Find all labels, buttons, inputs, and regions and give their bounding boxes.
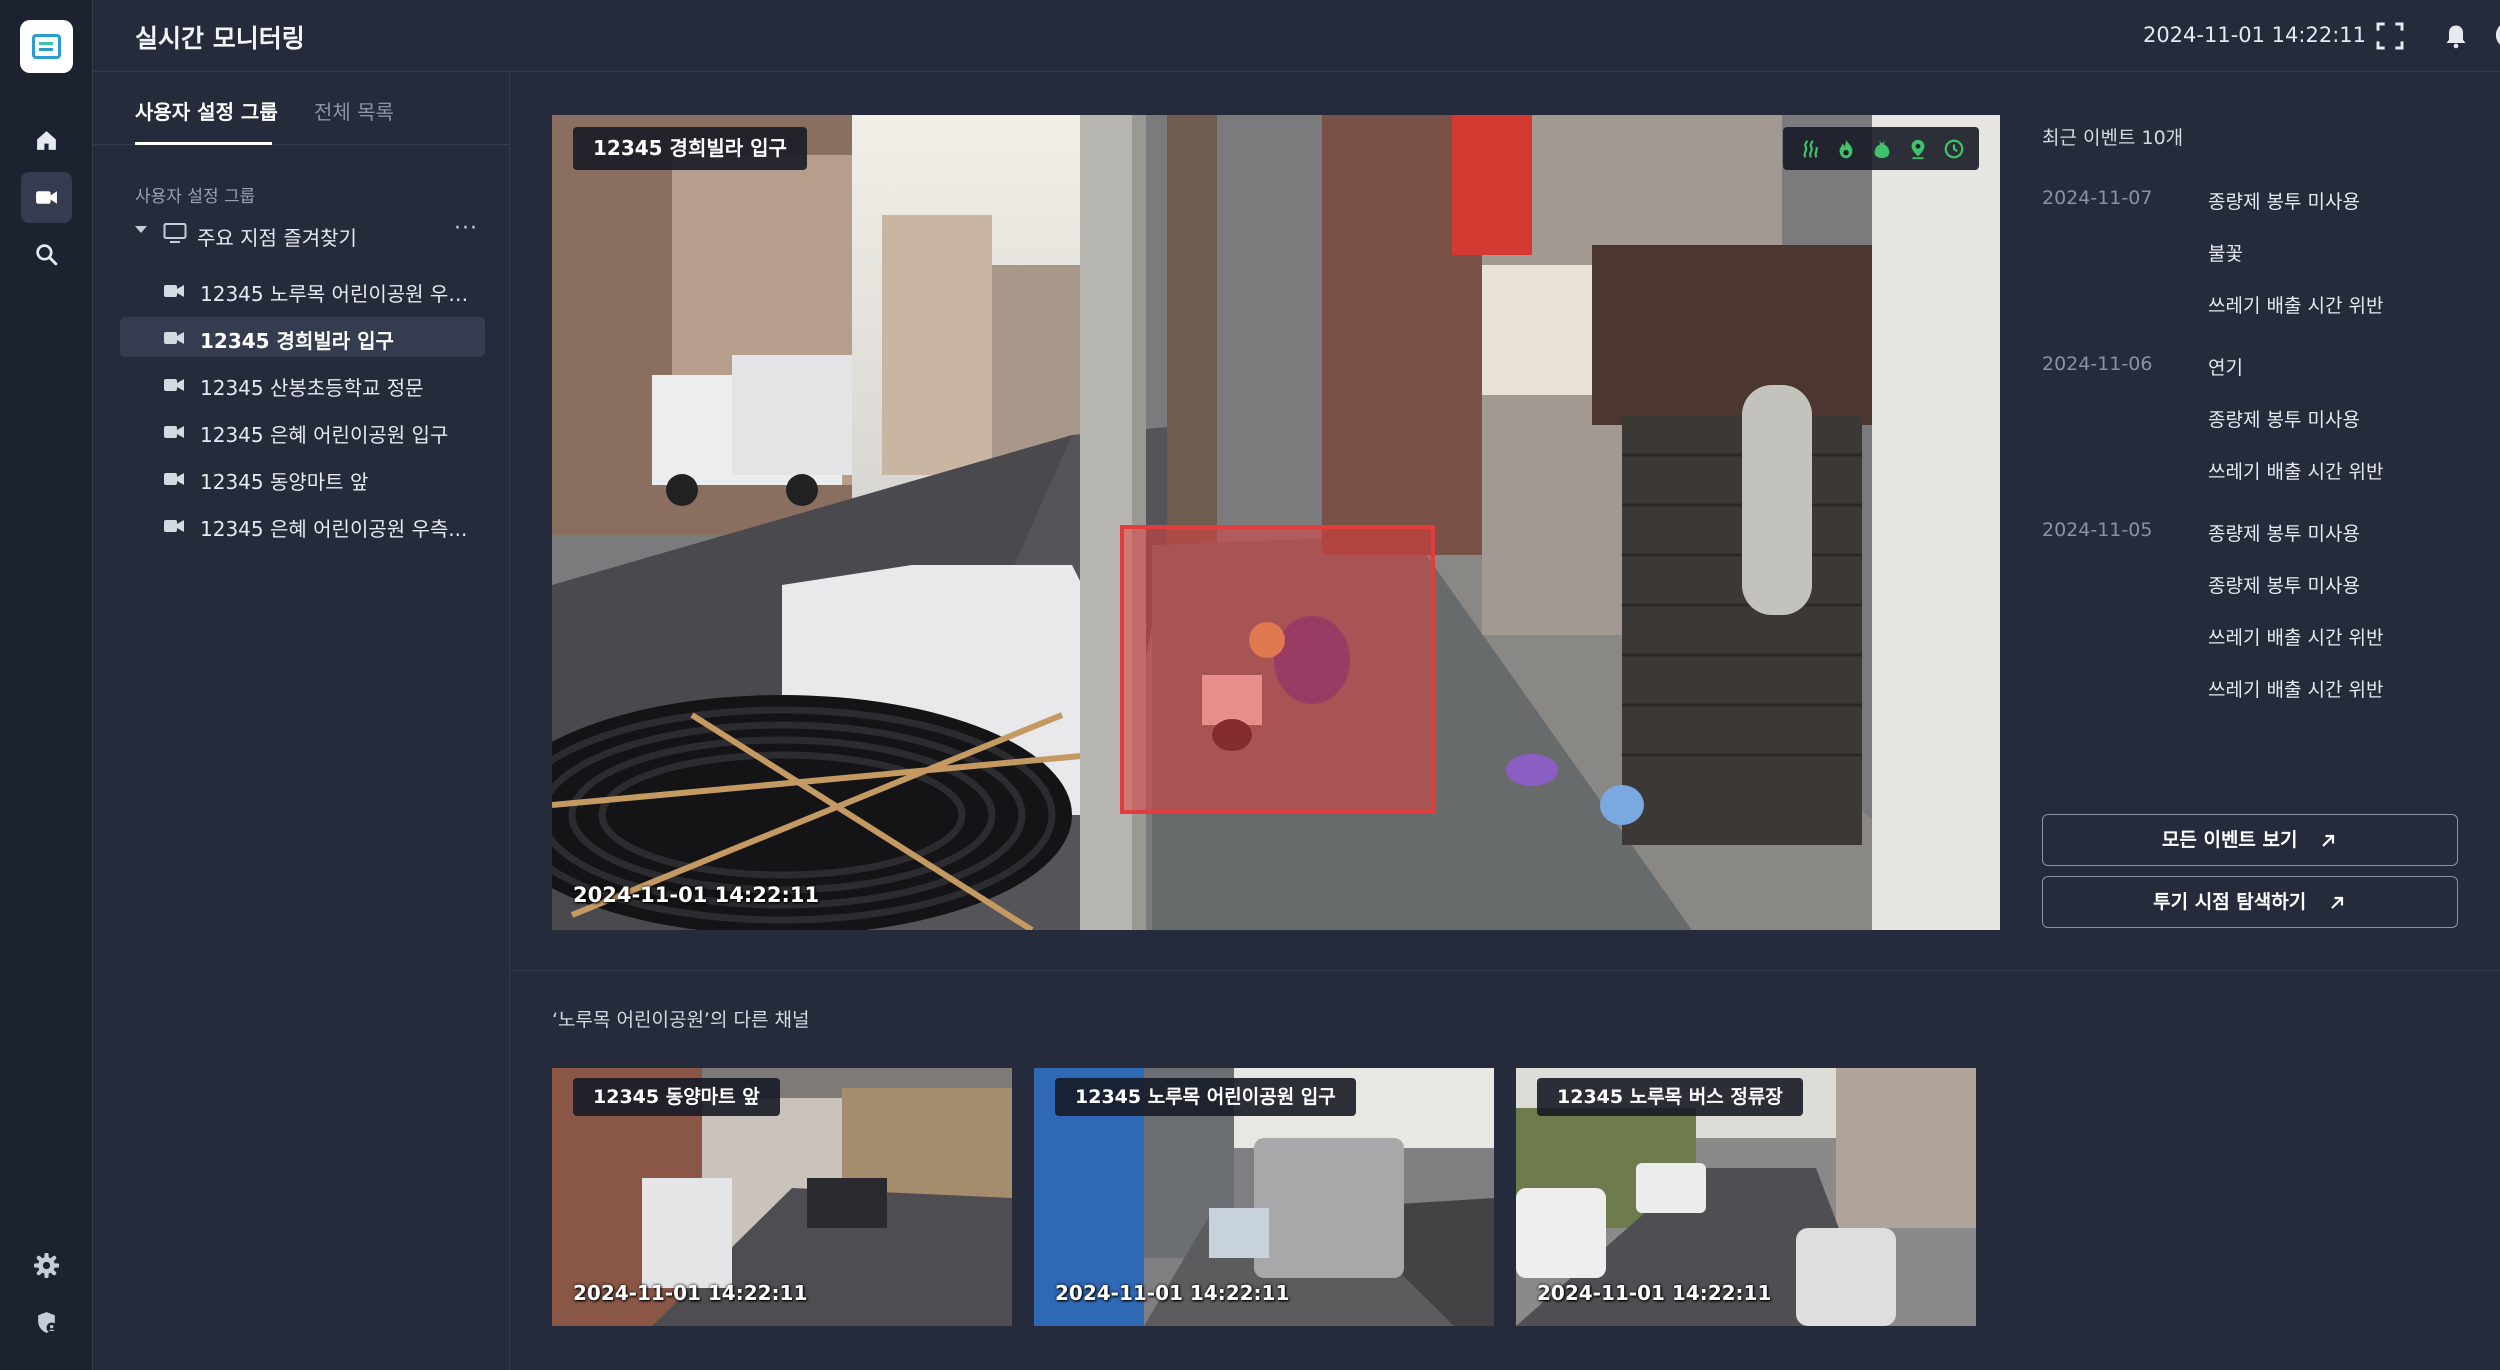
logo-mark [32, 34, 61, 59]
channel-sidebar: 사용자 설정 그룹 전체 목록 사용자 설정 그룹 주요 지점 즐겨찾기 ···… [93, 72, 510, 1370]
camera-icon [164, 285, 184, 297]
search-icon [36, 244, 58, 266]
event-item[interactable]: 쓰레기 배출 시간 위반 [2208, 291, 2383, 318]
nav-rail [0, 0, 93, 1370]
event-item[interactable]: 연기 [2208, 353, 2243, 380]
event-date: 2024-11-05 [2042, 519, 2153, 541]
top-bar: 실시간 모니터링 2024-11-01 14:22:11 [93, 0, 2500, 72]
admin-button[interactable] [21, 1297, 72, 1348]
event-item[interactable]: 쓰레기 배출 시간 위반 [2208, 623, 2383, 650]
camera-name: 12345 노루목 어린이공원 우측... [200, 282, 475, 306]
monitor-icon [163, 223, 187, 243]
video-timestamp: 2024-11-01 14:22:11 [573, 883, 820, 907]
explore-dump-time-label: 투기 시점 탐색하기 [2153, 891, 2307, 913]
event-item[interactable]: 종량제 봉투 미사용 [2208, 187, 2360, 214]
settings-button[interactable] [21, 1240, 72, 1291]
camera-list-item[interactable]: 12345 산봉초등학교 정문 [120, 364, 485, 404]
search-button[interactable] [21, 229, 72, 280]
channel-thumbnail[interactable]: 12345 노루목 버스 정류장 2024-11-01 14:22:11 [1516, 1068, 1976, 1326]
home-icon [37, 131, 56, 150]
sidebar-tabs: 사용자 설정 그룹 전체 목록 [93, 72, 510, 145]
event-item[interactable]: 불꽃 [2208, 239, 2243, 266]
camera-icon [164, 379, 184, 391]
thumbnail-title: 12345 노루목 버스 정류장 [1537, 1078, 1803, 1116]
other-channels-title: ‘노루목 어린이공원’의 다른 채널 [552, 1009, 810, 1031]
thumbnail-title: 12345 동양마트 앞 [573, 1078, 780, 1116]
app-logo[interactable] [20, 20, 73, 73]
fullscreen-icon [2376, 22, 2404, 50]
group-name: 주요 지점 즐겨찾기 [197, 226, 357, 250]
tree-group-favorites[interactable]: 주요 지점 즐겨찾기 ··· [135, 214, 490, 254]
explore-dump-time-button[interactable]: 투기 시점 탐색하기 [2042, 876, 2458, 928]
arrow-up-right-icon [2322, 834, 2335, 847]
camera-icon [164, 473, 184, 485]
clock-icon [1944, 139, 1964, 159]
settings-icon [34, 1253, 59, 1278]
fullscreen-button[interactable] [2374, 20, 2406, 52]
thumbnail-timestamp: 2024-11-01 14:22:11 [1537, 1281, 1772, 1305]
camera-list-item[interactable]: 12345 동양마트 앞 [120, 458, 485, 498]
main-video-feed[interactable]: 12345 경희빌라 입구 2024-11-01 14:22:11 [552, 115, 2000, 930]
camera-icon [164, 520, 184, 532]
camera-name: 12345 동양마트 앞 [200, 470, 369, 494]
camera-icon [164, 426, 184, 438]
event-item[interactable]: 쓰레기 배출 시간 위반 [2208, 457, 2383, 484]
notification-button[interactable] [2442, 20, 2470, 52]
detection-status-bar [1783, 127, 1979, 170]
camera-icon [36, 191, 57, 204]
event-item[interactable]: 쓰레기 배출 시간 위반 [2208, 675, 2383, 702]
thumbnail-timestamp: 2024-11-01 14:22:11 [573, 1281, 808, 1305]
clock: 2024-11-01 14:22:11 [2142, 23, 2366, 47]
bell-icon [2446, 25, 2466, 49]
camera-name: 12345 산봉초등학교 정문 [200, 376, 424, 400]
event-item[interactable]: 종량제 봉투 미사용 [2208, 519, 2360, 546]
more-icon[interactable]: ··· [454, 216, 478, 241]
tab-all-list[interactable]: 전체 목록 [314, 96, 394, 125]
camera-list-item[interactable]: 12345 경희빌라 입구 [120, 317, 485, 357]
camera-list-item[interactable]: 12345 노루목 어린이공원 우측... [120, 270, 485, 310]
view-all-events-label: 모든 이벤트 보기 [2161, 829, 2298, 851]
trash-bag-icon [1874, 140, 1890, 159]
channel-thumbnail[interactable]: 12345 동양마트 앞 2024-11-01 14:22:11 [552, 1068, 1012, 1326]
camera-button[interactable] [21, 172, 72, 223]
camera-list-item[interactable]: 12345 은혜 어린이공원 입구 [120, 411, 485, 451]
section-label: 사용자 설정 그룹 [135, 187, 256, 207]
home-button[interactable] [21, 115, 72, 166]
smoke-icon [1803, 140, 1818, 158]
camera-list-item[interactable]: 12345 은혜 어린이공원 우측... [120, 505, 485, 545]
profile-button[interactable] [2494, 20, 2500, 52]
page-title: 실시간 모니터링 [135, 24, 305, 53]
section-divider [510, 970, 2500, 971]
camera-name: 12345 은혜 어린이공원 우측... [200, 517, 468, 541]
caret-down-icon[interactable] [135, 226, 147, 233]
fire-icon [1839, 139, 1853, 159]
detection-bounding-box [1120, 525, 1435, 814]
event-item[interactable]: 종량제 봉투 미사용 [2208, 571, 2360, 598]
events-title: 최근 이벤트 10개 [2042, 127, 2184, 149]
video-title: 12345 경희빌라 입구 [573, 127, 807, 170]
thumbnail-timestamp: 2024-11-01 14:22:11 [1055, 1281, 1290, 1305]
event-item[interactable]: 종량제 봉투 미사용 [2208, 405, 2360, 432]
shield-user-icon [38, 1312, 57, 1333]
camera-icon [164, 332, 184, 344]
event-date: 2024-11-07 [2042, 187, 2153, 209]
arrow-up-right-icon [2331, 896, 2343, 909]
thumbnail-title: 12345 노루목 어린이공원 입구 [1055, 1078, 1356, 1116]
channel-thumbnail[interactable]: 12345 노루목 어린이공원 입구 2024-11-01 14:22:11 [1034, 1068, 1494, 1326]
active-tab-indicator [135, 142, 272, 145]
view-all-events-button[interactable]: 모든 이벤트 보기 [2042, 814, 2458, 866]
camera-name: 12345 경희빌라 입구 [200, 329, 394, 353]
event-date: 2024-11-06 [2042, 353, 2153, 375]
location-pin-icon [1911, 139, 1925, 160]
user-avatar-icon [2495, 25, 2500, 45]
tab-user-groups[interactable]: 사용자 설정 그룹 [135, 96, 278, 125]
camera-name: 12345 은혜 어린이공원 입구 [200, 423, 449, 447]
